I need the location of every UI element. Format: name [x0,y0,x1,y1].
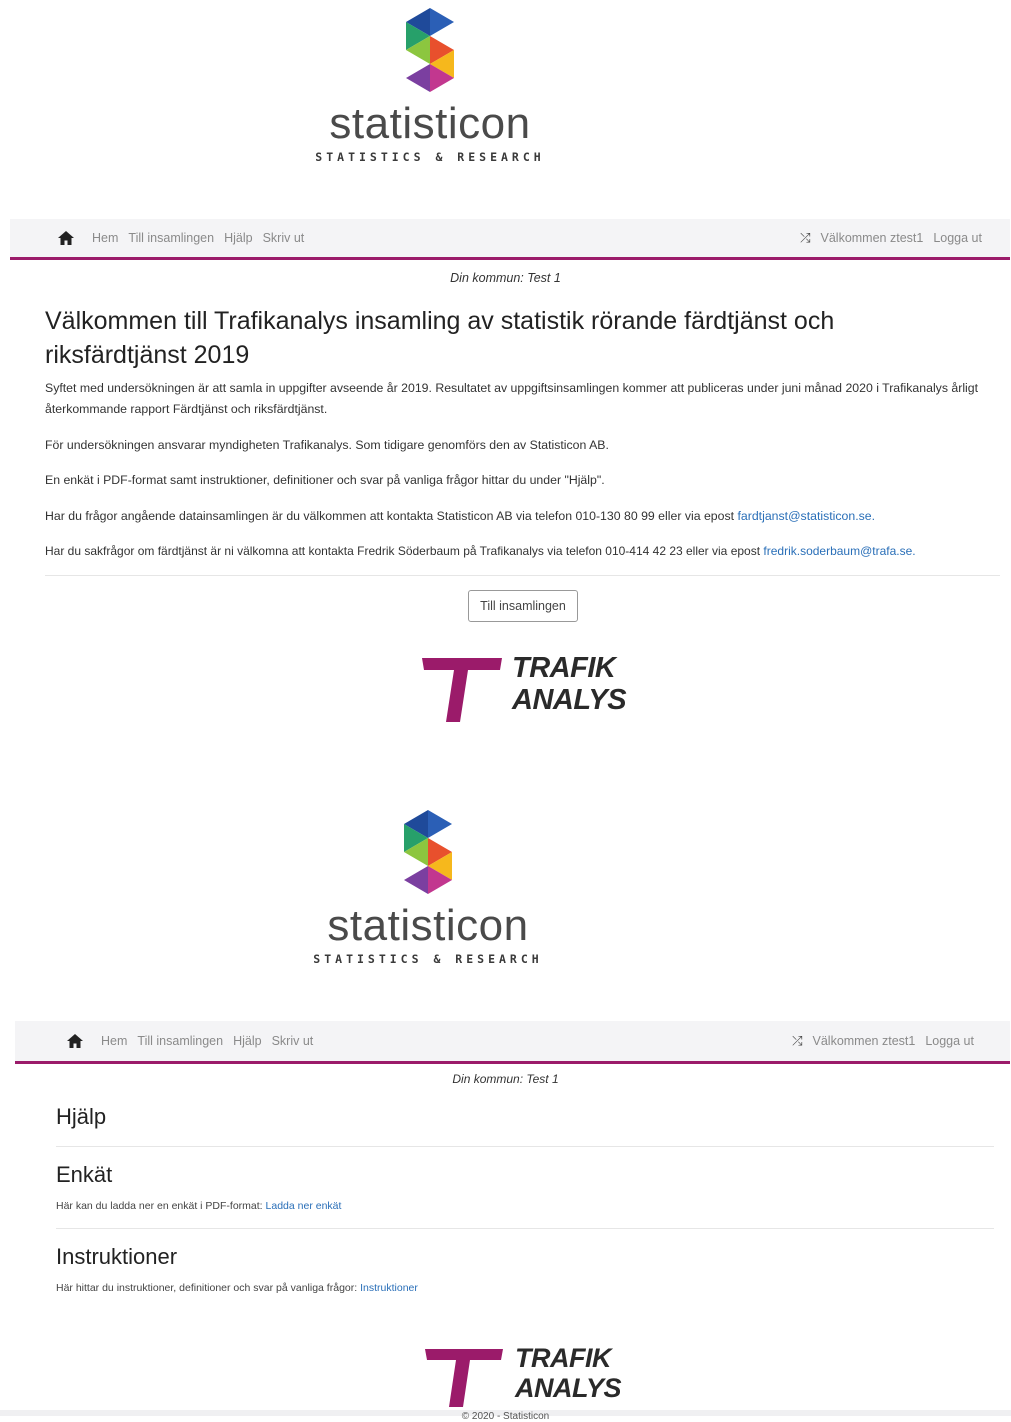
trafikanalys-logo: TRAFIK ANALYS [422,652,632,722]
logo-wordmark: statisticon [327,901,529,950]
home-icon[interactable] [67,1034,83,1048]
trafikanalys-mark-icon [425,1349,503,1407]
instructions-heading: Instruktioner [56,1244,178,1269]
footer-copyright: © 2020 - Statisticon [461,1411,550,1422]
logo-tagline: STATISTICS & RESEARCH [313,952,543,966]
nav-help[interactable]: Hjälp [233,1034,262,1048]
municipality-label: Din kommun: Test 1 [450,271,561,285]
instructions-text: Här hittar du instruktioner, definitione… [56,1282,358,1294]
content-divider [45,575,1000,576]
survey-text: Här kan du ladda ner en enkät i PDF-form… [56,1200,263,1212]
contact-trafa-text: Har du sakfrågor om färdtjänst är ni väl… [45,544,761,558]
nav-home[interactable]: Hem [101,1034,127,1048]
statisticon-mark-icon [406,8,454,92]
go-to-collection-button[interactable]: Till insamlingen [468,590,578,622]
nav-welcome-user[interactable]: Välkommen ztest1 [821,231,924,245]
trafikanalys-wordmark: TRAFIK ANALYS [512,652,627,716]
nav-print[interactable]: Skriv ut [272,1034,314,1048]
survey-divider [56,1228,994,1229]
statisticon-logo-2: statisticon STATISTICS & RESEARCH [308,810,548,966]
statisticon-email-link[interactable]: fardtjanst@statisticon.se. [737,509,875,523]
home-icon[interactable] [58,231,74,245]
nav-help[interactable]: Hjälp [224,231,253,245]
nav-collection[interactable]: Till insamlingen [137,1034,223,1048]
help-divider [56,1146,994,1147]
instructions-link[interactable]: Instruktioner [360,1282,418,1294]
instructions-paragraph: Här hittar du instruktioner, definitione… [56,1282,418,1294]
shuffle-icon: ⤮ [800,230,811,245]
shuffle-icon: ⤮ [792,1033,803,1048]
intro-paragraph: Syftet med undersökningen är att samla i… [45,381,979,416]
survey-paragraph: Här kan du ladda ner en enkät i PDF-form… [56,1200,341,1212]
trafikanalys-logo-2: TRAFIK ANALYS [425,1343,635,1413]
survey-heading: Enkät [56,1162,113,1187]
logo-wordmark: statisticon [329,99,531,148]
municipality-label: Din kommun: Test 1 [452,1072,559,1086]
help-heading: Hjälp [56,1104,107,1129]
contact-statisticon-paragraph: Har du frågor angående datainsamlingen ä… [45,506,1000,527]
nav-home[interactable]: Hem [92,231,118,245]
responsibility-paragraph: För undersökningen ansvarar myndigheten … [45,438,609,452]
navbar-2: Hem Till insamlingen Hjälp Skriv ut ⤮ Vä… [15,1021,1010,1064]
nav-print[interactable]: Skriv ut [263,231,305,245]
nav-logout[interactable]: Logga ut [933,231,982,245]
nav-welcome-user[interactable]: Välkommen ztest1 [813,1034,916,1048]
contact-trafa-paragraph: Har du sakfrågor om färdtjänst är ni väl… [45,541,1000,562]
trafik-line-2: ANALYS [512,684,627,716]
navbar: Hem Till insamlingen Hjälp Skriv ut ⤮ Vä… [10,219,1010,260]
download-survey-link[interactable]: Ladda ner enkät [266,1200,342,1212]
help-paragraph: En enkät i PDF-format samt instruktioner… [45,473,605,487]
trafikanalys-mark-icon [422,658,502,722]
nav-collection[interactable]: Till insamlingen [128,231,214,245]
trafik-line-2: ANALYS [515,1373,622,1403]
logo-tagline: STATISTICS & RESEARCH [315,150,545,164]
page-title: Välkommen till Trafikanalys insamling av… [45,307,835,369]
trafikanalys-wordmark: TRAFIK ANALYS [515,1343,622,1403]
statisticon-mark-icon [404,810,452,894]
statisticon-logo: statisticon STATISTICS & RESEARCH [310,8,550,164]
contact-statisticon-text: Har du frågor angående datainsamlingen ä… [45,509,735,523]
trafa-email-link[interactable]: fredrik.soderbaum@trafa.se. [763,544,915,558]
trafik-line-1: TRAFIK [515,1343,611,1373]
trafik-line-1: TRAFIK [512,652,616,684]
nav-logout[interactable]: Logga ut [925,1034,974,1048]
